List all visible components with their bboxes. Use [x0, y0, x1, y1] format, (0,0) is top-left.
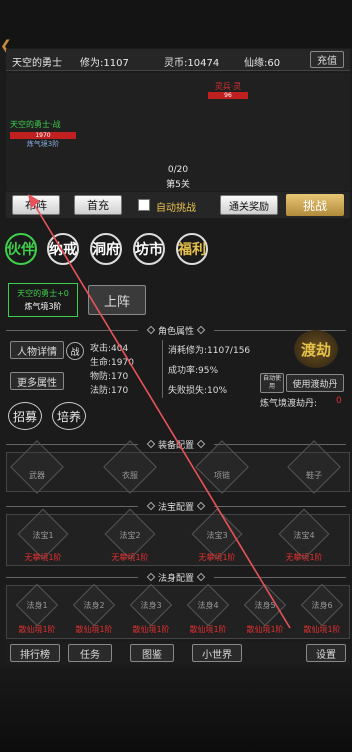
annotation-arrow-head — [28, 194, 40, 208]
annotation-arrow-line — [33, 203, 291, 629]
annotation-arrow-overlay — [28, 194, 291, 629]
